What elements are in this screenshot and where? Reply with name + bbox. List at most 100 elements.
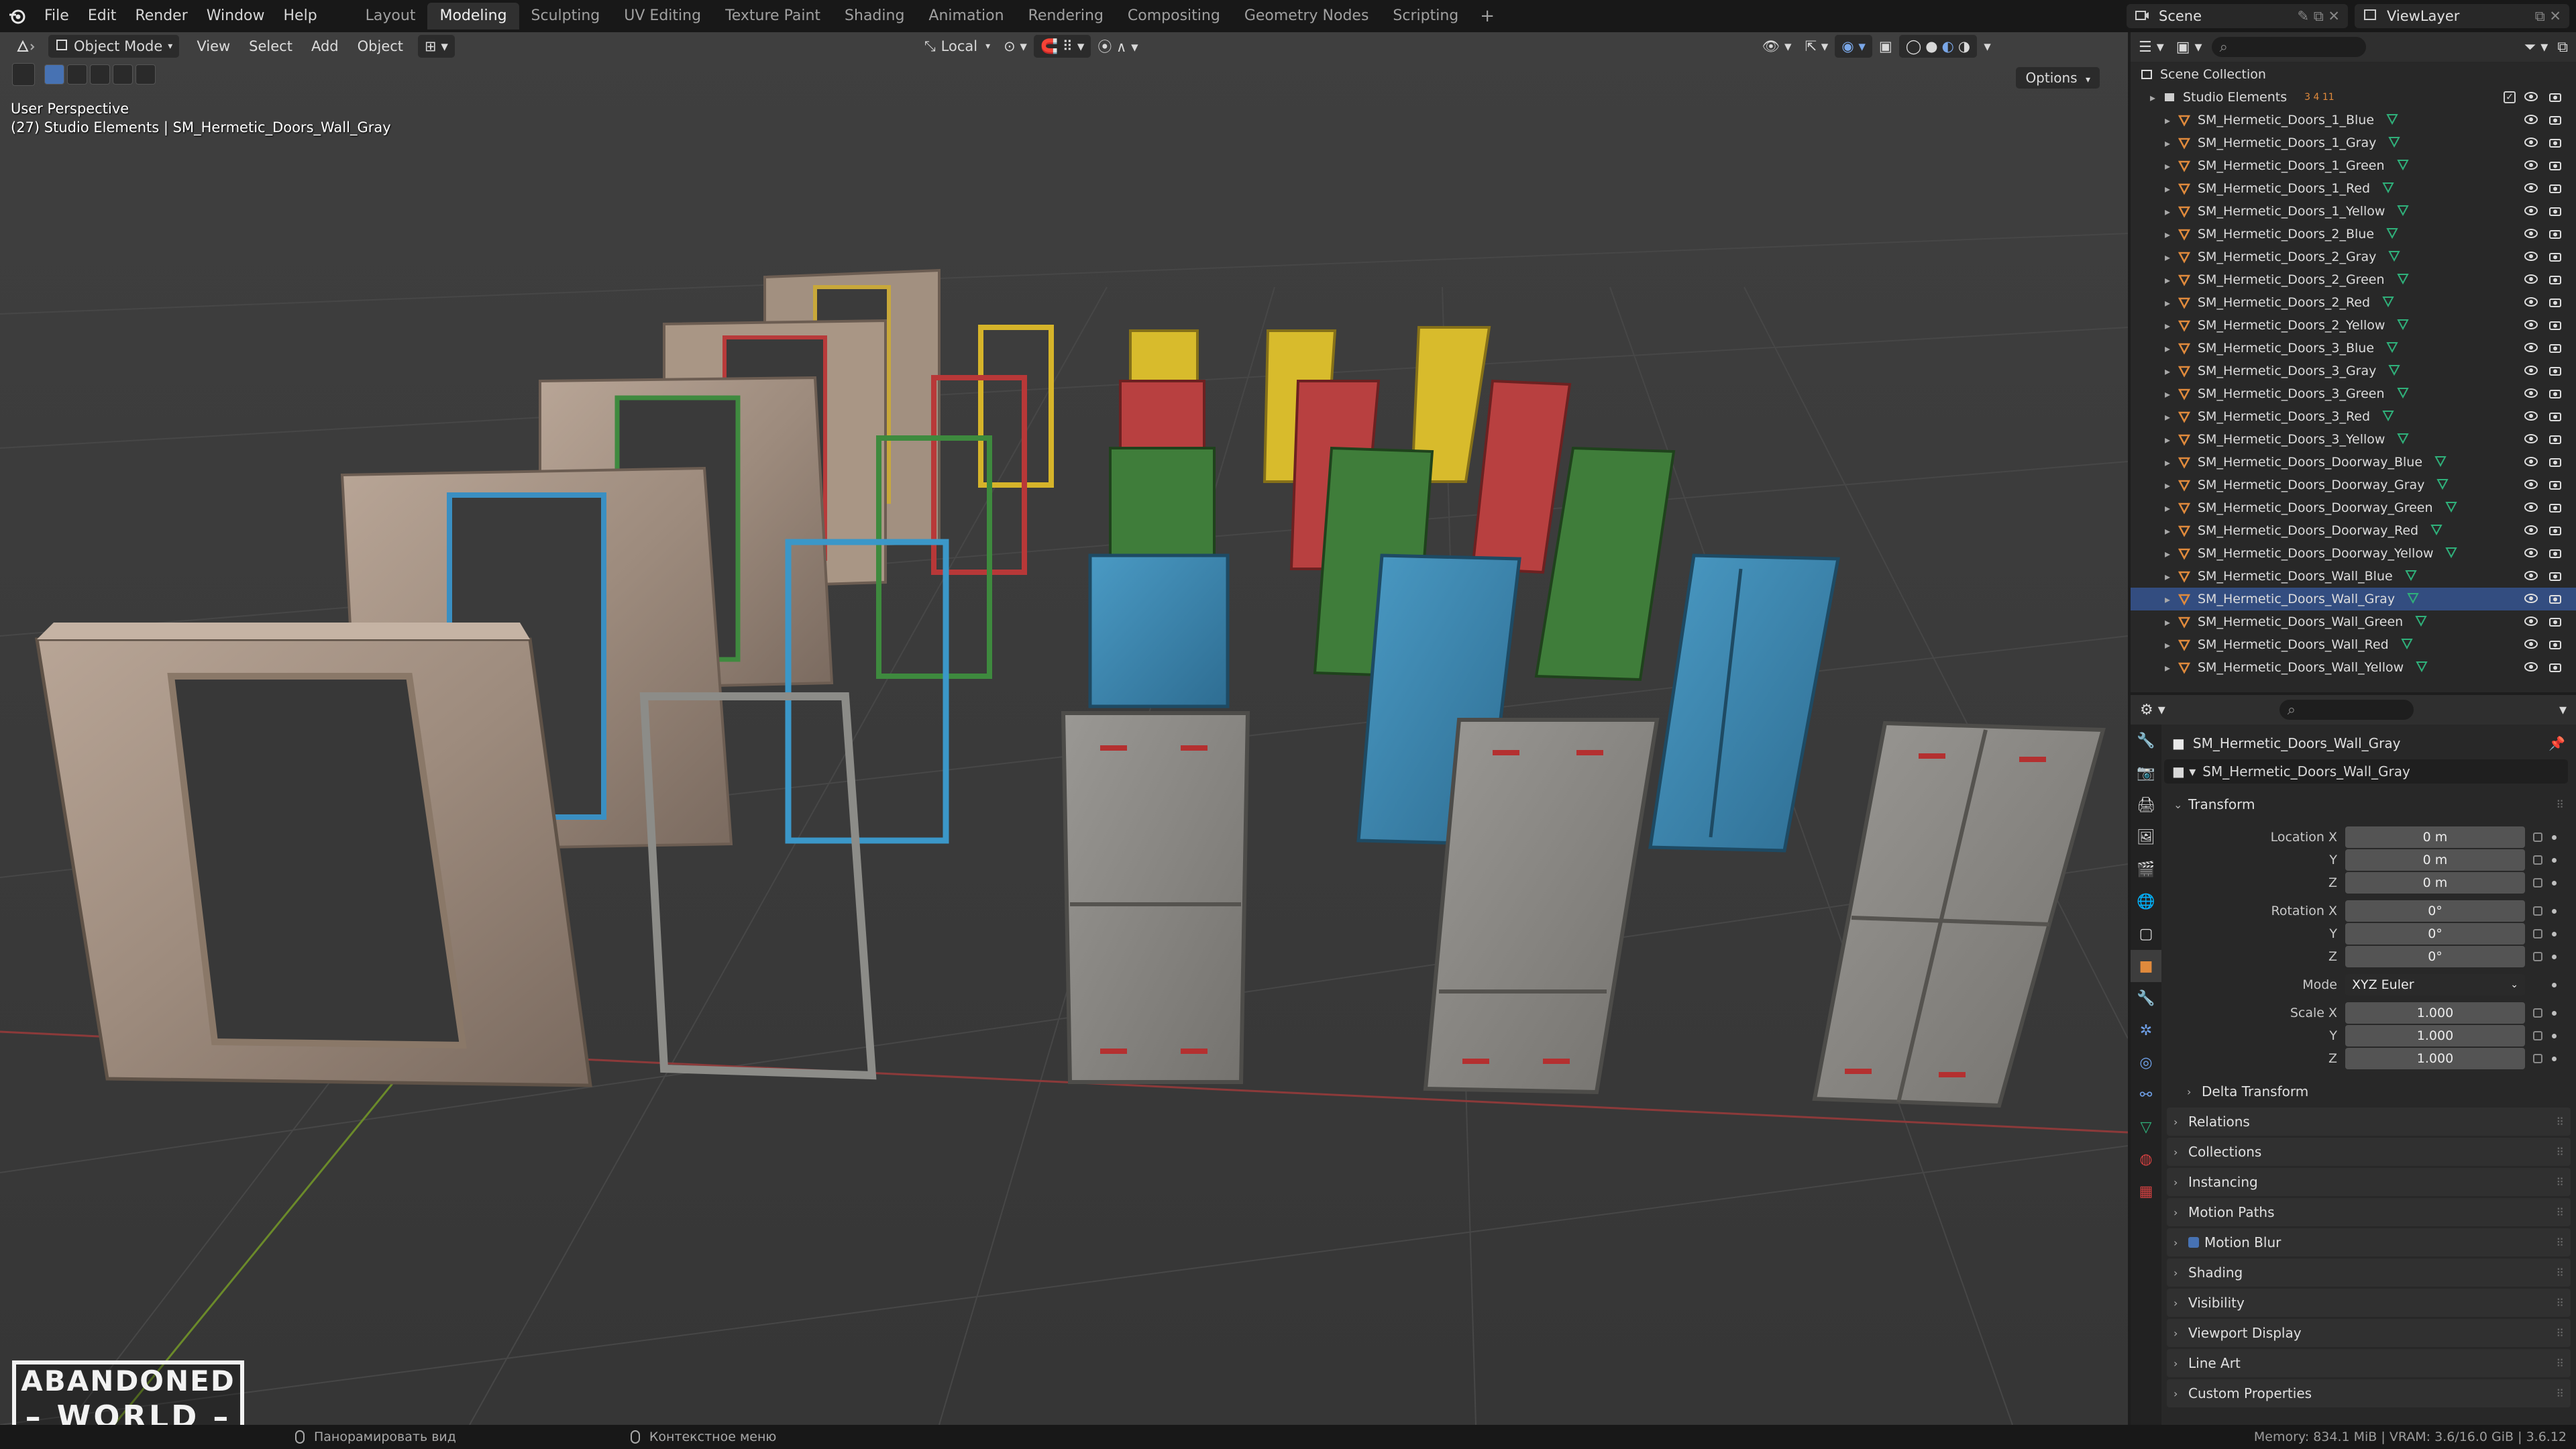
scale-y-field[interactable]: 1.000 — [2345, 1025, 2525, 1046]
location-x-field[interactable]: 0 m — [2345, 826, 2525, 848]
tool-tab-icon[interactable]: 🔧 — [2131, 724, 2161, 757]
camera-icon[interactable] — [2548, 478, 2563, 494]
camera-icon[interactable] — [2548, 204, 2563, 221]
viewport-scene[interactable] — [0, 32, 2128, 1425]
menu-object[interactable]: Object — [348, 38, 413, 54]
eye-icon[interactable] — [2524, 272, 2538, 289]
outliner-object-row[interactable]: ▸ SM_Hermetic_Doors_3_Green — [2131, 382, 2576, 405]
keyframe-dot-icon[interactable] — [2552, 1056, 2557, 1061]
mesh-data-icon[interactable] — [2396, 158, 2409, 174]
rotation-z-field[interactable]: 0° — [2345, 946, 2525, 967]
eye-icon[interactable] — [2524, 318, 2538, 335]
expand-arrow-icon[interactable]: ▸ — [2160, 502, 2175, 515]
eye-icon[interactable] — [2524, 204, 2538, 221]
tab-texture-paint[interactable]: Texture Paint — [713, 3, 833, 30]
drag-handle-icon[interactable]: ⠿ — [2556, 1387, 2564, 1400]
camera-icon[interactable] — [2548, 158, 2563, 175]
outliner-object-row[interactable]: ▸ SM_Hermetic_Doors_2_Gray — [2131, 246, 2576, 268]
panel-header-viewport-display[interactable]: › Viewport Display ⠿ — [2167, 1319, 2571, 1347]
rotation-y-field[interactable]: 0° — [2345, 923, 2525, 945]
camera-icon[interactable] — [2548, 181, 2563, 198]
eye-icon[interactable] — [2524, 90, 2538, 107]
object-mode-dropdown[interactable]: Object Mode ▾ — [48, 35, 180, 58]
mesh-data-icon[interactable] — [2430, 523, 2443, 539]
menu-help[interactable]: Help — [274, 0, 327, 32]
menu-edit[interactable]: Edit — [78, 0, 126, 32]
transform-orientation-dropdown[interactable]: ⤡ Local ▾ — [918, 35, 997, 58]
view-layer-selector[interactable]: ViewLayer ⧉ ✕ — [2355, 4, 2569, 28]
outliner-search-input[interactable]: ⌕ — [2211, 37, 2366, 57]
mesh-data-icon[interactable] — [2386, 227, 2398, 242]
shading-options-chevron-icon[interactable]: ▾ — [1977, 35, 1998, 58]
outliner-object-row[interactable]: ▸ SM_Hermetic_Doors_Wall_Red — [2131, 633, 2576, 656]
keyframe-dot-icon[interactable] — [2552, 931, 2557, 936]
outliner-object-row[interactable]: ▸ SM_Hermetic_Doors_2_Yellow — [2131, 314, 2576, 337]
expand-arrow-icon[interactable]: ▸ — [2160, 297, 2175, 309]
output-tab-icon[interactable]: 🖨 — [2131, 789, 2161, 821]
data-tab-icon[interactable]: ▽ — [2131, 1111, 2161, 1143]
material-tab-icon[interactable]: ◍ — [2131, 1143, 2161, 1175]
outliner-object-row[interactable]: ▸ SM_Hermetic_Doors_Doorway_Yellow — [2131, 542, 2576, 565]
keyframe-dot-icon[interactable] — [2552, 1033, 2557, 1038]
eye-icon[interactable] — [2524, 136, 2538, 152]
material-shading-icon[interactable]: ◐ — [1942, 38, 1954, 54]
keyframe-dot-icon[interactable] — [2552, 857, 2557, 863]
camera-icon[interactable] — [2548, 660, 2563, 677]
expand-arrow-icon[interactable]: ▸ — [2160, 547, 2175, 560]
location-y-field[interactable]: 0 m — [2345, 849, 2525, 871]
blender-logo-icon[interactable] — [0, 0, 35, 32]
eye-icon[interactable] — [2524, 500, 2538, 517]
outliner-object-row[interactable]: ▸ SM_Hermetic_Doors_3_Yellow — [2131, 428, 2576, 451]
properties-options-chevron-icon[interactable]: ▾ — [2559, 702, 2567, 718]
expand-arrow-icon[interactable]: ▸ — [2160, 137, 2175, 150]
mesh-data-icon[interactable] — [2416, 660, 2428, 676]
collection-tab-icon[interactable]: ▢ — [2131, 918, 2161, 950]
outliner-object-row[interactable]: ▸ SM_Hermetic_Doors_1_Red — [2131, 177, 2576, 200]
filter-icon[interactable]: ⏷ ▾ — [2524, 39, 2548, 56]
drag-handle-icon[interactable]: ⠿ — [2556, 798, 2564, 811]
eye-icon[interactable] — [2524, 181, 2538, 198]
mesh-data-icon[interactable] — [2436, 478, 2449, 493]
select-invert-icon[interactable] — [113, 64, 133, 85]
eye-icon[interactable] — [2524, 341, 2538, 358]
scale-z-field[interactable]: 1.000 — [2345, 1048, 2525, 1069]
mesh-data-icon[interactable] — [2396, 272, 2409, 288]
lock-icon[interactable] — [2533, 952, 2542, 961]
menu-file[interactable]: File — [35, 0, 78, 32]
expand-arrow-icon[interactable]: ▸ — [2160, 661, 2175, 674]
camera-icon[interactable] — [2548, 90, 2563, 107]
xray-toggle-icon[interactable]: ▣ — [1872, 35, 1899, 58]
select-box-tool-icon[interactable] — [12, 63, 35, 86]
camera-icon[interactable] — [2548, 432, 2563, 449]
pivot-point-icon[interactable]: ⊙ ▾ — [997, 35, 1034, 58]
panel-header-motion-paths[interactable]: › Motion Paths ⠿ — [2167, 1198, 2571, 1226]
eye-icon[interactable] — [2524, 637, 2538, 654]
overlays-toggle-icon[interactable]: ◉ ▾ — [1835, 35, 1872, 58]
camera-icon[interactable] — [2548, 295, 2563, 312]
eye-icon[interactable] — [2524, 432, 2538, 449]
eye-icon[interactable] — [2524, 569, 2538, 586]
mesh-data-icon[interactable] — [2445, 546, 2458, 561]
render-tab-icon[interactable]: 📷 — [2131, 757, 2161, 789]
eye-icon[interactable] — [2524, 386, 2538, 403]
pivot-dropdown[interactable]: ⊞ ▾ — [418, 35, 455, 58]
lock-icon[interactable] — [2533, 929, 2542, 938]
mesh-data-icon[interactable] — [2434, 455, 2447, 470]
mesh-data-icon[interactable] — [2386, 341, 2398, 356]
rendered-shading-icon[interactable]: ◑ — [1958, 38, 1970, 54]
expand-arrow-icon[interactable]: ▸ — [2160, 479, 2175, 492]
wireframe-shading-icon[interactable]: ◯ — [1906, 38, 1922, 54]
expand-arrow-icon[interactable]: ▸ — [2160, 525, 2175, 537]
mesh-data-icon[interactable] — [2386, 113, 2398, 128]
panel-header-custom-properties[interactable]: › Custom Properties ⠿ — [2167, 1379, 2571, 1407]
outliner-object-row[interactable]: ▸ SM_Hermetic_Doors_Wall_Green — [2131, 610, 2576, 633]
display-mode-icon[interactable]: ▣ ▾ — [2176, 39, 2202, 56]
drag-handle-icon[interactable]: ⠿ — [2556, 1357, 2564, 1370]
view-layer-tab-icon[interactable]: 🖼 — [2131, 821, 2161, 853]
gizmo-toggle-icon[interactable]: ⇱ ▾ — [1799, 35, 1835, 58]
eye-icon[interactable] — [2524, 250, 2538, 266]
solid-shading-icon[interactable]: ● — [1925, 38, 1937, 54]
object-name-field[interactable]: ■ ▾ SM_Hermetic_Doors_Wall_Gray — [2164, 759, 2568, 784]
panel-header-instancing[interactable]: › Instancing ⠿ — [2167, 1168, 2571, 1196]
camera-icon[interactable] — [2548, 318, 2563, 335]
